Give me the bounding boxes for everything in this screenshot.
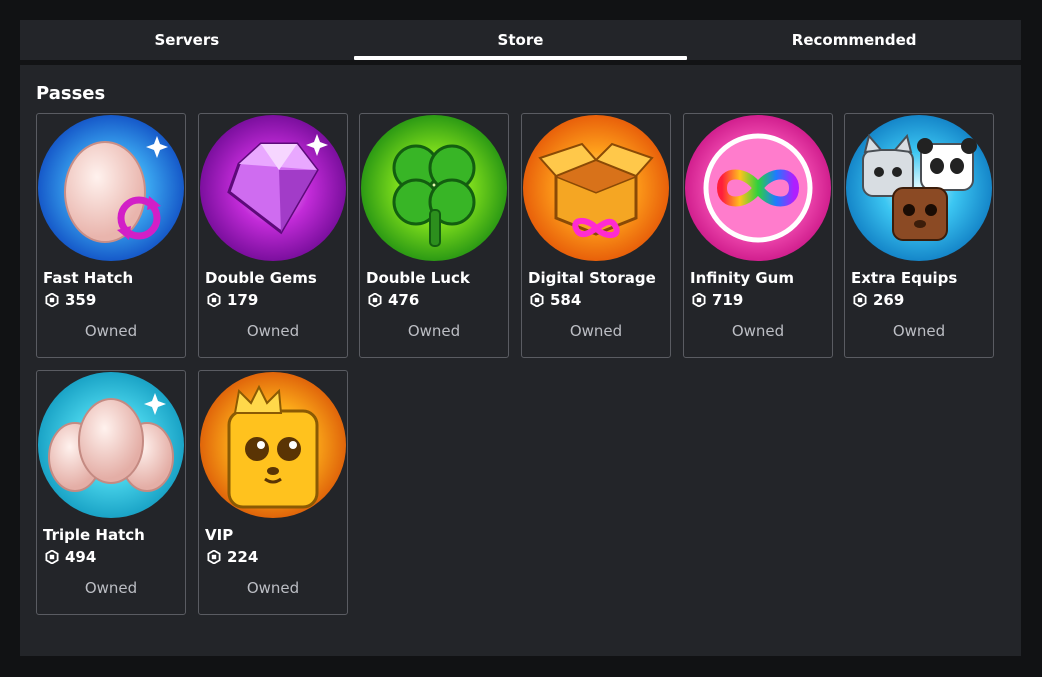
robux-icon (45, 293, 59, 307)
price-row: 719 (692, 291, 743, 309)
robux-icon (207, 550, 221, 564)
robux-icon (368, 293, 382, 307)
pass-price: 476 (388, 291, 420, 309)
tab-divider (20, 60, 1021, 65)
pass-price: 269 (873, 291, 905, 309)
pass-price: 494 (65, 548, 97, 566)
infinity-gum-icon (684, 114, 832, 262)
owned-label: Owned (731, 322, 785, 340)
pass-price: 359 (65, 291, 97, 309)
vip-dog-icon (199, 371, 347, 519)
pass-card-fast-hatch[interactable]: Fast Hatch 359 Owned (36, 113, 186, 358)
gem-icon (199, 114, 347, 262)
price-row: 179 (207, 291, 258, 309)
tab-servers[interactable]: Servers (20, 20, 354, 60)
pets-icon (845, 114, 993, 262)
store-panel: Servers Store Recommended Passes Fast Ha… (20, 20, 1021, 656)
pass-card-vip[interactable]: VIP 224 Owned (198, 370, 348, 615)
pass-name: Double Luck (366, 269, 470, 287)
owned-label: Owned (246, 322, 300, 340)
price-row: 269 (853, 291, 904, 309)
pass-name: Infinity Gum (690, 269, 794, 287)
pass-name: Triple Hatch (43, 526, 145, 544)
robux-icon (530, 293, 544, 307)
pass-name: VIP (205, 526, 234, 544)
owned-label: Owned (892, 322, 946, 340)
clover-icon (360, 114, 508, 262)
owned-label: Owned (84, 322, 138, 340)
price-row: 359 (45, 291, 96, 309)
robux-icon (853, 293, 867, 307)
owned-label: Owned (407, 322, 461, 340)
storage-box-icon (522, 114, 670, 262)
pass-price: 719 (712, 291, 744, 309)
pass-name: Fast Hatch (43, 269, 134, 287)
triple-egg-icon (37, 371, 185, 519)
pass-card-triple-hatch[interactable]: Triple Hatch 494 Owned (36, 370, 186, 615)
price-row: 494 (45, 548, 96, 566)
owned-label: Owned (84, 579, 138, 597)
pass-price: 179 (227, 291, 259, 309)
tab-store[interactable]: Store (353, 20, 688, 60)
robux-icon (207, 293, 221, 307)
pass-price: 584 (550, 291, 582, 309)
robux-icon (45, 550, 59, 564)
owned-label: Owned (246, 579, 300, 597)
pass-name: Extra Equips (851, 269, 958, 287)
pass-card-infinity-gum[interactable]: Infinity Gum 719 Owned (683, 113, 833, 358)
price-row: 476 (368, 291, 419, 309)
pass-card-double-gems[interactable]: Double Gems 179 Owned (198, 113, 348, 358)
tab-recommended[interactable]: Recommended (687, 20, 1021, 60)
tab-bar: Servers Store Recommended (20, 20, 1021, 60)
price-row: 224 (207, 548, 258, 566)
robux-icon (692, 293, 706, 307)
egg-refresh-icon (37, 114, 185, 262)
pass-card-digital-storage[interactable]: Digital Storage 584 Owned (521, 113, 671, 358)
price-row: 584 (530, 291, 581, 309)
pass-name: Digital Storage (528, 269, 656, 287)
pass-card-extra-equips[interactable]: Extra Equips 269 Owned (844, 113, 994, 358)
owned-label: Owned (569, 322, 623, 340)
pass-price: 224 (227, 548, 259, 566)
pass-card-double-luck[interactable]: Double Luck 476 Owned (359, 113, 509, 358)
section-title: Passes (36, 83, 106, 104)
pass-name: Double Gems (205, 269, 317, 287)
